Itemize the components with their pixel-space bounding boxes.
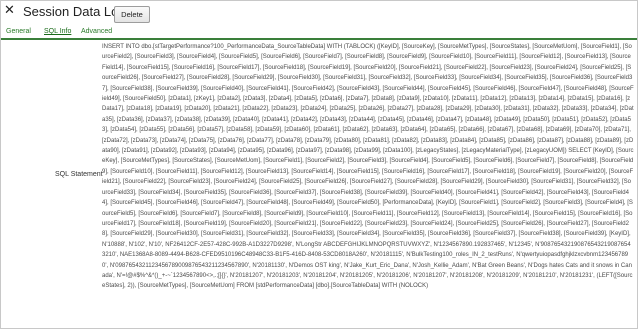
sql-info-panel: SQL Statement INSERT INTO dbo.[stTargetP…	[1, 40, 637, 328]
tab-advanced[interactable]: Advanced	[81, 27, 112, 37]
window-title: Session Data Log	[23, 4, 126, 19]
delete-button[interactable]: Delete	[114, 6, 150, 23]
title-bar: ✕ Session Data Log Delete	[1, 1, 637, 27]
tab-general[interactable]: General	[6, 27, 31, 37]
sql-statement-value: INSERT INTO dbo.[stTargetPerformance?100…	[102, 44, 634, 290]
sql-statement-label: SQL Statement	[55, 171, 103, 178]
session-data-log-window: ✕ Session Data Log Delete General SQL In…	[0, 0, 638, 329]
tab-sql-info[interactable]: SQL Info	[44, 27, 71, 37]
close-icon[interactable]: ✕	[4, 4, 16, 18]
